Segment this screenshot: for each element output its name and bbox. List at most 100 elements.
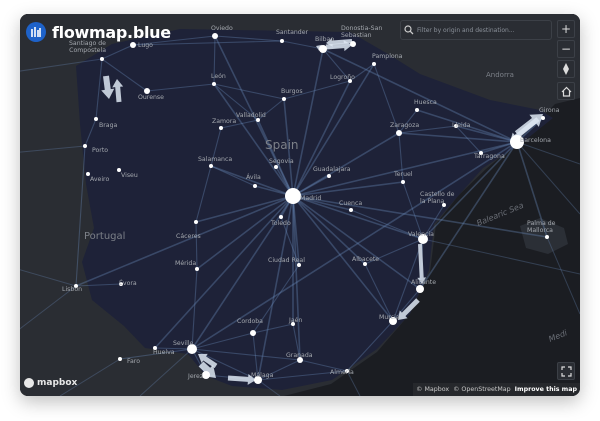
city-node-huesca[interactable] [415, 108, 419, 112]
city-label-castello-de-la-plana: Castello de [420, 191, 455, 198]
city-node-faro[interactable] [118, 357, 122, 361]
home-icon [561, 86, 571, 97]
city-node-teruel[interactable] [401, 180, 405, 184]
city-label-cordoba: Cordoba [237, 318, 263, 325]
city-label-jaen: Jaén [288, 316, 302, 324]
search-box[interactable]: Filter by origin and destination... [400, 20, 552, 40]
city-node-avila[interactable] [253, 184, 257, 188]
city-node-braga[interactable] [94, 117, 98, 121]
city-node-zaragoza[interactable] [396, 130, 402, 136]
fullscreen-button[interactable] [557, 362, 575, 380]
city-node-pamplona[interactable] [372, 62, 376, 66]
city-label-jerez: Jerez [187, 373, 203, 380]
city-label-huelva: Huelva [153, 349, 175, 356]
search-input[interactable]: Filter by origin and destination... [417, 27, 515, 34]
city-label-santiago-de-compostela: Compostela [69, 47, 106, 54]
city-node-santiago-de-compostela[interactable] [100, 57, 104, 61]
city-node-salamanca[interactable] [209, 164, 213, 168]
city-label-almeria: Almería [330, 368, 354, 376]
city-node-madrid[interactable] [285, 188, 301, 204]
city-label-granada: Granada [286, 352, 313, 359]
city-node-girona[interactable] [541, 116, 545, 120]
city-label-murcia: Murcia [379, 314, 400, 321]
city-label-alicante: Alicante [411, 279, 436, 286]
app-title: flowmap.blue [52, 22, 171, 42]
fullscreen-icon [560, 365, 572, 377]
map-attribution: © Mapbox © OpenStreetMap Improve this ma… [413, 383, 580, 396]
city-label-barcelona: Barcelona [520, 137, 551, 144]
city-label-leon: León [211, 72, 226, 80]
city-label-palma-de-mallorca: Palma de [527, 220, 556, 227]
search-icon [401, 25, 417, 35]
city-label-valladolid: Valladolid [236, 112, 266, 119]
compass-button[interactable] [557, 60, 575, 78]
country-label-spain: Spain [265, 138, 299, 152]
map-controls: + − [557, 20, 575, 102]
app-logo[interactable]: flowmap.blue [26, 21, 171, 43]
city-label-avila: Ávila [246, 172, 261, 181]
city-label-lugo: Lugo [138, 42, 153, 49]
city-label-viseu: Viseu [121, 172, 138, 179]
zoom-in-button[interactable]: + [557, 20, 575, 38]
city-node-palma-de-mallorca[interactable] [545, 235, 549, 239]
city-label-guadalajara: Guadalajara [313, 166, 351, 173]
city-label-teruel: Teruel [393, 171, 413, 178]
attribution-mapbox[interactable]: © Mapbox [416, 386, 449, 393]
city-node-oviedo[interactable] [212, 33, 218, 39]
city-node-bilbao[interactable] [319, 45, 327, 53]
city-label-cuenca: Cuenca [339, 200, 362, 207]
flowmap-logo-icon [26, 22, 46, 42]
city-label-madrid: Madrid [300, 195, 321, 202]
city-label-lisbon: Lisbon [62, 286, 82, 293]
country-label-andorra: Andorra [486, 71, 514, 79]
city-label-ourense: Ourense [138, 94, 164, 101]
city-node-porto[interactable] [83, 144, 87, 148]
city-label-zaragoza: Zaragoza [390, 122, 419, 129]
city-label-bilbao: Bilbao [315, 36, 334, 43]
city-label-huesca: Huesca [414, 99, 437, 106]
city-label-porto: Porto [92, 147, 108, 154]
attribution-improve[interactable]: Improve this map [515, 386, 577, 393]
city-node-jerez[interactable] [202, 371, 210, 379]
city-label-ciudad-real: Ciudad Real [268, 257, 305, 264]
city-label-salamanca: Salamanca [198, 156, 232, 163]
city-label-palma-de-mallorca: Mallorca [527, 227, 553, 234]
city-node-cuenca[interactable] [349, 208, 353, 212]
city-label-donostia-san-sebastian: Sebastian [341, 32, 372, 39]
city-label-valencia: Valencia [408, 231, 434, 238]
city-label-evora: Évora [119, 278, 137, 287]
city-node-santander[interactable] [280, 39, 284, 43]
city-label-segovia: Segovia [269, 158, 294, 165]
mapbox-logo[interactable]: mapbox [24, 378, 77, 388]
city-node-alicante[interactable] [416, 285, 424, 293]
city-node-burgos[interactable] [282, 97, 286, 101]
city-label-lleida: Lleida [452, 122, 471, 129]
city-node-caceres[interactable] [194, 220, 198, 224]
city-node-zamora[interactable] [219, 126, 223, 130]
country-label-portugal: Portugal [84, 231, 125, 242]
city-node-segovia[interactable] [274, 165, 278, 169]
map-window: Santiago de Compostela Lugo Oviedo Santander… [20, 14, 580, 396]
attribution-osm[interactable]: © OpenStreetMap [453, 386, 511, 393]
mapbox-wordmark: mapbox [37, 378, 78, 388]
zoom-out-button[interactable]: − [557, 40, 575, 58]
city-label-oviedo: Oviedo [211, 25, 233, 32]
city-label-albacete: Albacete [352, 256, 379, 263]
city-node-leon[interactable] [212, 82, 216, 86]
city-label-logrono: Logroño [330, 74, 355, 81]
compass-icon [563, 63, 569, 75]
city-label-braga: Braga [99, 122, 118, 129]
flow-map[interactable]: Santiago deCompostelaLugoOviedoSantander… [20, 14, 580, 396]
city-node-donostia-san-sebastian[interactable] [350, 41, 356, 47]
reset-view-button[interactable] [557, 82, 575, 100]
city-label-merida: Mérida [175, 259, 196, 267]
city-node-cordoba[interactable] [250, 330, 256, 336]
city-label-faro: Faro [127, 358, 140, 365]
city-label-aveiro: Aveiro [90, 176, 109, 183]
city-node-toledo[interactable] [279, 215, 283, 219]
city-node-guadalajara[interactable] [327, 174, 331, 178]
city-label-zamora: Zamora [212, 118, 236, 125]
city-label-burgos: Burgos [281, 88, 303, 95]
city-node-merida[interactable] [195, 267, 199, 271]
city-label-caceres: Cáceres [176, 232, 201, 240]
